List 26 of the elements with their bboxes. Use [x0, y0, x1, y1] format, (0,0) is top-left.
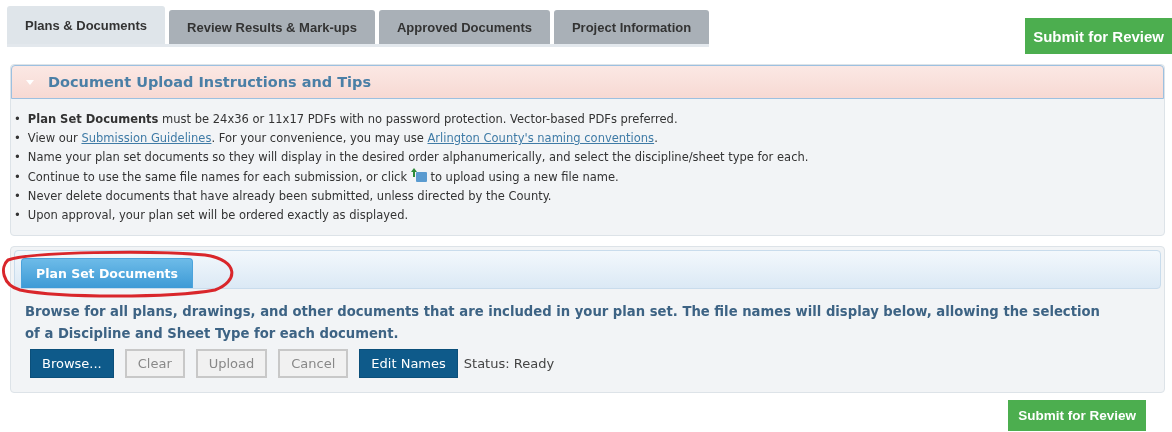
tab[interactable]: Plan Set Documents — [21, 257, 194, 288]
bullet: • — [14, 150, 21, 165]
upload-icon[interactable] — [410, 168, 427, 183]
action-button[interactable]: Edit Names — [359, 348, 458, 378]
instructions-header[interactable]: Document Upload Instructions and Tips — [11, 65, 1164, 99]
tab[interactable]: Plans & Documents — [7, 6, 166, 44]
bullet: • — [14, 169, 21, 184]
submit-button[interactable]: Submit for Review — [1025, 18, 1172, 54]
instruction-item: Continue to use the same file names for each submission, or click to upload using a new file name. — [27, 168, 619, 186]
instruction-item: Plan Set Documents must be 24x36 or 11x17 PDFs with no password protection. Vector-based PDFs preferred. — [27, 110, 678, 127]
bullet: • — [14, 130, 21, 145]
tab[interactable]: Project Information — [553, 10, 710, 44]
instruction-item: View our Submission Guidelines. For your convenience, you may use Arlington County's naming conventions. — [27, 129, 658, 146]
tab[interactable]: Review Results & Mark-ups — [169, 10, 375, 44]
submit-button[interactable]: Submit for Review — [1008, 399, 1146, 431]
instruction-item: Upon approval, your plan set will be ordered exactly as displayed. — [27, 207, 409, 224]
tab[interactable]: Approved Documents — [378, 10, 550, 44]
status-text: Status: Ready — [463, 355, 555, 371]
bullet: • — [14, 208, 21, 223]
bullet: • — [14, 188, 21, 203]
instruction-item: Never delete documents that have already been submitted, unless directed by the County. — [27, 187, 552, 204]
action-button[interactable]: Browse... — [30, 348, 114, 378]
bullet: • — [14, 111, 21, 126]
section-title: Document Upload Instructions and Tips — [48, 74, 372, 90]
instruction-item: Name your plan set documents so they will display in the desired order alphanumerically, and select the discipline/sheet type for each. — [27, 149, 809, 166]
description: Browse for all plans, drawings, and other documents that are included in your plan set. The file names will display below, allowing the selection of a Discipline and Sheet Type for each document. — [25, 302, 1101, 343]
